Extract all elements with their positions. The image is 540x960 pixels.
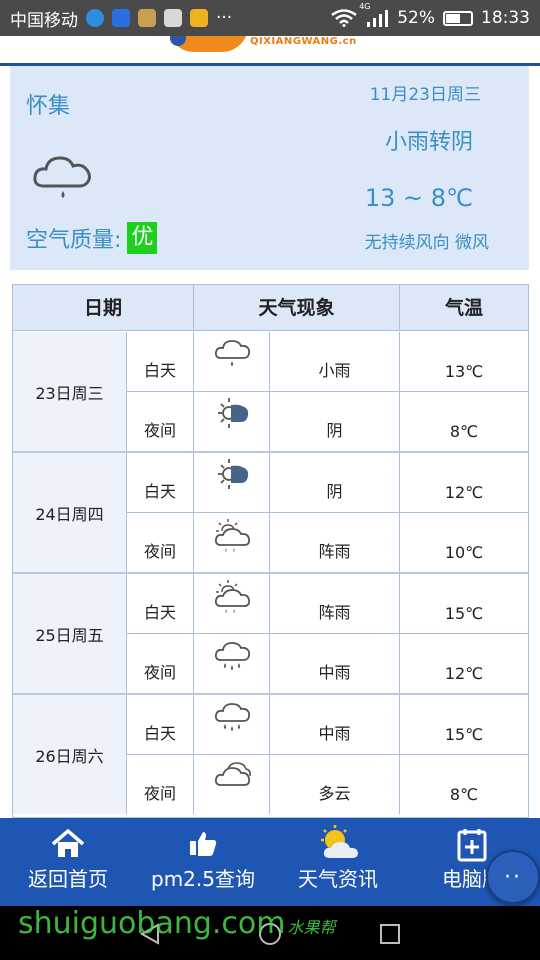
today-summary-card: 怀集 11月23日周三 小雨转阴 13 ~ 8℃ 空气质量: 优 无持续风向 微…	[10, 66, 529, 270]
condition-label: 阴	[270, 392, 400, 451]
avatar-notification-icon	[164, 9, 182, 27]
overcast-icon	[218, 398, 249, 428]
forecast-table: 日期 天气现象 气温 23日周三 白天 小雨 13℃ 夜间 阴 8℃ 24日周四…	[12, 284, 529, 818]
forecast-day: 26日周六 白天 中雨 15℃ 夜间 多云 8℃	[13, 695, 528, 816]
clock: 18:33	[481, 8, 530, 28]
signal-icon: 4G	[359, 2, 389, 28]
nav-pm25-button[interactable]: pm2.5查询	[148, 818, 258, 906]
condition-label: 中雨	[270, 695, 400, 754]
table-header: 日期 天气现象 气温	[13, 285, 528, 331]
condition-label: 阵雨	[270, 574, 400, 633]
battery-percent: 52%	[397, 8, 435, 28]
forecast-day: 25日周五 白天 阵雨 15℃ 夜间 中雨 12℃	[13, 574, 528, 695]
header-date: 日期	[13, 285, 194, 331]
period-label: 夜间	[127, 755, 194, 814]
period-label: 白天	[127, 574, 194, 633]
sun-cloud-icon	[321, 825, 358, 858]
shower-icon	[214, 519, 251, 552]
wifi-icon	[331, 9, 357, 27]
nav-home-label: 返回首页	[28, 867, 108, 891]
forecast-date: 26日周六	[13, 695, 127, 814]
period-label: 夜间	[127, 392, 194, 451]
summary-date: 11月23日周三	[369, 85, 481, 105]
forecast-date: 25日周五	[13, 574, 127, 693]
home-icon	[51, 829, 85, 857]
condition-label: 阵雨	[270, 513, 400, 572]
header-weather: 天气现象	[194, 285, 400, 331]
battery-icon	[443, 10, 473, 26]
carrier-label: 中国移动	[10, 10, 78, 31]
light-rain-icon	[214, 340, 250, 366]
lock-app-icon	[190, 9, 208, 27]
light-rain-cloud-icon	[33, 156, 91, 198]
forecast-row-day: 白天 小雨 13℃	[127, 332, 528, 392]
forecast-row-night: 夜间 多云 8℃	[127, 755, 528, 814]
temperature-value: 10℃	[444, 543, 484, 562]
period-label: 夜间	[127, 634, 194, 693]
temperature-value: 15℃	[444, 604, 484, 623]
temperature-value: 15℃	[444, 725, 484, 744]
bottom-nav: 返回首页 pm2.5查询 天气资讯 电脑版	[0, 818, 540, 906]
summary-temperature: 13 ~ 8℃	[364, 184, 473, 212]
temperature-value: 13℃	[444, 362, 484, 381]
site-banner: QIXIANGWANG.cn	[0, 36, 540, 66]
nav-home-button[interactable]: 返回首页	[16, 818, 120, 906]
moderate-rain-icon	[214, 642, 250, 670]
forecast-row-day: 白天 中雨 15℃	[127, 695, 528, 755]
period-label: 白天	[127, 332, 194, 391]
pc-version-icon	[457, 829, 487, 862]
temperature-value: 8℃	[449, 422, 479, 441]
period-label: 白天	[127, 453, 194, 512]
temperature-value: 12℃	[444, 664, 484, 683]
forecast-row-night: 夜间 阴 8℃	[127, 392, 528, 451]
period-label: 夜间	[127, 513, 194, 572]
temperature-value: 8℃	[449, 785, 479, 804]
air-quality: 空气质量: 优	[26, 222, 158, 254]
summary-wind: 无持续风向 微风	[364, 233, 489, 253]
forecast-row-day: 白天 阴 12℃	[127, 453, 528, 513]
condition-label: 小雨	[270, 332, 400, 391]
more-notifications-icon: ···	[216, 8, 233, 28]
overcast-icon	[218, 459, 249, 489]
forecast-day: 23日周三 白天 小雨 13℃ 夜间 阴 8℃	[13, 332, 528, 453]
city-name: 怀集	[26, 94, 71, 119]
app-notification-icon-2	[138, 9, 156, 27]
status-bar: 中国移动 ··· 4G 52% 18:33	[0, 0, 540, 36]
condition-label: 阴	[270, 453, 400, 512]
nav-news-label: 天气资讯	[298, 867, 378, 891]
air-quality-label: 空气质量:	[26, 228, 122, 253]
condition-label: 中雨	[270, 634, 400, 693]
summary-condition: 小雨转阴	[384, 130, 473, 155]
forecast-date: 23日周三	[13, 332, 127, 451]
recent-apps-icon[interactable]	[378, 922, 402, 946]
nav-news-button[interactable]: 天气资讯	[290, 818, 386, 906]
watermark-sub: 水果帮	[287, 918, 336, 937]
forecast-day: 24日周四 白天 阴 12℃ 夜间 阵雨 10℃	[13, 453, 528, 574]
app-notification-icon	[86, 9, 104, 27]
forecast-row-day: 白天 阵雨 15℃	[127, 574, 528, 634]
temperature-value: 12℃	[444, 483, 484, 502]
cloudy-icon	[214, 762, 251, 786]
period-label: 白天	[127, 695, 194, 754]
condition-label: 多云	[270, 755, 400, 814]
floating-menu-button[interactable]: ··	[486, 850, 540, 904]
air-quality-badge: 优	[127, 222, 158, 254]
forecast-row-night: 夜间 中雨 12℃	[127, 634, 528, 693]
header-temperature: 气温	[444, 297, 483, 319]
baidu-paw-icon	[112, 9, 130, 27]
nav-pm25-label: pm2.5查询	[151, 867, 255, 891]
moderate-rain-icon	[214, 703, 250, 731]
thumbs-up-icon	[190, 832, 217, 856]
watermark: shuiguobang.com 水果帮	[18, 906, 336, 941]
forecast-row-night: 夜间 阵雨 10℃	[127, 513, 528, 572]
forecast-date: 24日周四	[13, 453, 127, 572]
watermark-text: shuiguobang.com	[18, 906, 286, 941]
site-logo-text: QIXIANGWANG.cn	[250, 36, 357, 47]
shower-icon	[214, 580, 251, 613]
